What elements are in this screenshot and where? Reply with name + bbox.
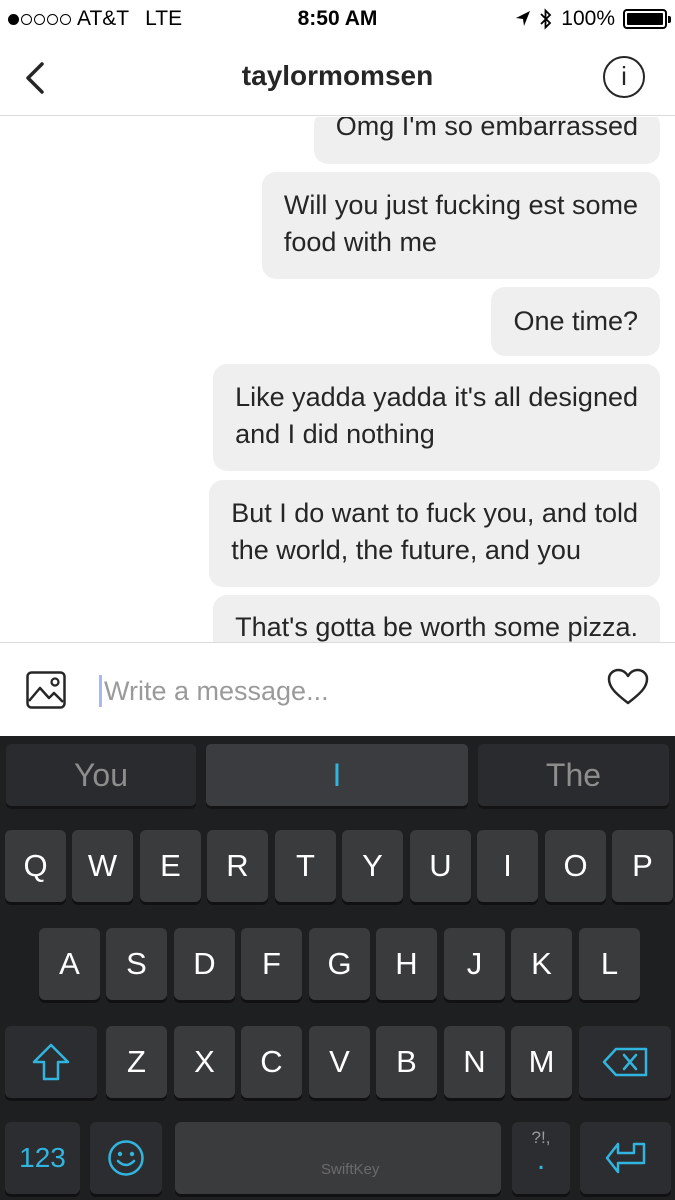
smiley-icon <box>108 1140 144 1176</box>
message-text: Like yadda yadda it's all designed <box>235 382 638 412</box>
key-o[interactable]: O <box>545 830 606 902</box>
key-j[interactable]: J <box>444 928 505 1000</box>
swiftkey-keyboard: You I The Q W E R T Y U I O P A S D F G … <box>0 736 675 1200</box>
key-k[interactable]: K <box>511 928 572 1000</box>
numbers-key[interactable]: 123 <box>5 1122 80 1194</box>
key-b[interactable]: B <box>376 1026 437 1098</box>
key-s[interactable]: S <box>106 928 167 1000</box>
suggestion-left[interactable]: You <box>6 744 196 806</box>
backspace-icon <box>602 1047 648 1077</box>
emoji-key[interactable] <box>90 1122 162 1194</box>
message-input[interactable] <box>104 671 584 711</box>
message-bubble[interactable]: One time? <box>491 287 660 356</box>
key-r[interactable]: R <box>207 830 268 902</box>
message-text: But I do want to fuck you, and told <box>231 498 638 528</box>
key-w[interactable]: W <box>72 830 133 902</box>
key-a[interactable]: A <box>39 928 100 1000</box>
message-text: food with me <box>283 227 437 257</box>
key-e[interactable]: E <box>140 830 201 902</box>
message-text: Omg I'm so embarrassed <box>335 117 638 141</box>
key-d[interactable]: D <box>174 928 235 1000</box>
message-bubble[interactable]: Omg I'm so embarrassed <box>313 117 660 164</box>
heart-like-icon[interactable] <box>607 668 649 706</box>
shift-arrow-icon <box>32 1043 70 1081</box>
conversation-title[interactable]: taylormomsen <box>0 60 675 92</box>
shift-key[interactable] <box>5 1026 97 1098</box>
return-key[interactable] <box>580 1122 671 1194</box>
message-thread[interactable]: Omg I'm so embarrassed Will you just fuc… <box>0 117 675 642</box>
key-z[interactable]: Z <box>106 1026 167 1098</box>
return-arrow-icon <box>605 1142 645 1174</box>
key-h[interactable]: H <box>376 928 437 1000</box>
key-u[interactable]: U <box>410 830 471 902</box>
suggestion-right[interactable]: The <box>478 744 669 806</box>
message-text: That's gotta be worth some pizza. <box>235 612 638 642</box>
info-button[interactable]: i <box>603 56 645 98</box>
space-bar[interactable]: SwiftKey <box>175 1122 501 1194</box>
text-cursor <box>99 675 102 707</box>
photo-gallery-icon[interactable] <box>26 671 66 709</box>
status-bar: AT&T LTE 8:50 AM 100% <box>0 0 675 40</box>
period-label: . <box>536 1143 546 1176</box>
key-m[interactable]: M <box>511 1026 572 1098</box>
location-arrow-icon <box>516 11 531 26</box>
backspace-key[interactable] <box>579 1026 671 1098</box>
key-t[interactable]: T <box>275 830 336 902</box>
suggestion-center[interactable]: I <box>206 744 468 806</box>
message-text: the world, the future, and you <box>231 535 581 565</box>
message-bubble[interactable]: Will you just fucking est some food with… <box>261 172 660 279</box>
key-g[interactable]: G <box>309 928 370 1000</box>
key-l[interactable]: L <box>579 928 640 1000</box>
battery-percent: 100% <box>561 7 615 30</box>
message-text: Will you just fucking est some <box>283 190 638 220</box>
bluetooth-icon <box>540 8 552 30</box>
key-f[interactable]: F <box>241 928 302 1000</box>
key-p[interactable]: P <box>612 830 673 902</box>
key-v[interactable]: V <box>309 1026 370 1098</box>
message-composer <box>0 642 675 736</box>
key-q[interactable]: Q <box>5 830 66 902</box>
key-c[interactable]: C <box>241 1026 302 1098</box>
message-bubble[interactable]: Like yadda yadda it's all designed and I… <box>213 364 660 471</box>
punctuation-key[interactable]: ?!, . <box>512 1122 570 1194</box>
message-text: One time? <box>513 306 638 336</box>
message-text: and I did nothing <box>235 419 435 449</box>
conversation-header: taylormomsen i <box>0 40 675 116</box>
swiftkey-brand: SwiftKey <box>321 1161 380 1178</box>
message-bubble[interactable]: That's gotta be worth some pizza. <box>213 595 660 642</box>
key-n[interactable]: N <box>444 1026 505 1098</box>
key-y[interactable]: Y <box>342 830 403 902</box>
key-x[interactable]: X <box>174 1026 235 1098</box>
battery-icon <box>623 9 671 29</box>
message-bubble[interactable]: But I do want to fuck you, and told the … <box>209 480 660 587</box>
key-i[interactable]: I <box>477 830 538 902</box>
